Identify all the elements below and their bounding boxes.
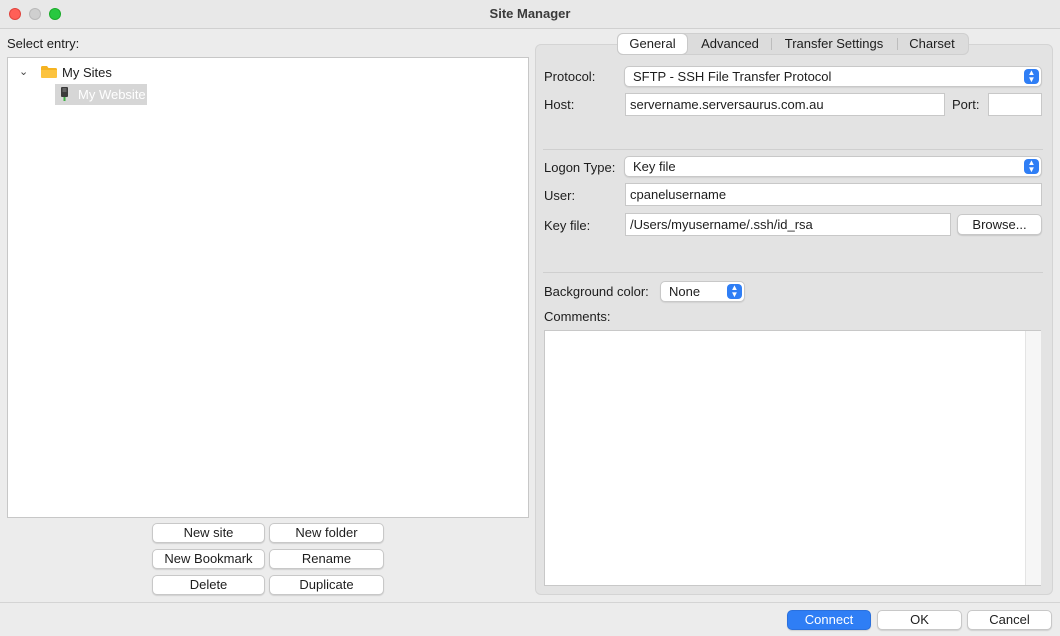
protocol-label: Protocol: — [544, 69, 596, 84]
server-icon — [61, 87, 68, 101]
tab-separator — [771, 38, 772, 50]
user-label: User: — [544, 188, 576, 203]
browse-button[interactable]: Browse... — [957, 214, 1042, 235]
port-input[interactable] — [988, 93, 1042, 116]
background-color-select[interactable]: None ▲ ▼ — [660, 281, 745, 302]
updown-arrows-icon: ▲ ▼ — [727, 284, 742, 299]
key-file-label: Key file: — [544, 218, 591, 233]
delete-button[interactable]: Delete — [152, 575, 265, 595]
tab-separator — [897, 38, 898, 50]
protocol-select[interactable]: SFTP - SSH File Transfer Protocol ▲ ▼ — [624, 66, 1042, 87]
window-title: Site Manager — [489, 6, 571, 21]
settings-tabs: General Advanced Transfer Settings Chars… — [617, 33, 969, 55]
logon-type-select[interactable]: Key file ▲ ▼ — [624, 156, 1042, 177]
new-folder-button[interactable]: New folder — [269, 523, 384, 543]
new-bookmark-button[interactable]: New Bookmark — [152, 549, 265, 569]
logon-type-select-value: Key file — [633, 159, 676, 174]
updown-arrows-icon: ▲ ▼ — [1024, 159, 1039, 174]
protocol-select-value: SFTP - SSH File Transfer Protocol — [633, 69, 832, 84]
tab-charset[interactable]: Charset — [899, 34, 965, 54]
updown-arrows-icon: ▲ ▼ — [1024, 69, 1039, 84]
background-color-select-value: None — [669, 284, 701, 299]
tree-site-my-website[interactable]: My Website — [55, 84, 147, 105]
comments-textarea[interactable] — [544, 330, 1041, 586]
title-bar: Site Manager — [0, 0, 1060, 29]
rename-button[interactable]: Rename — [269, 549, 384, 569]
tree-folder-my-sites[interactable]: My Sites — [62, 65, 112, 80]
background-color-label: Background color: — [544, 284, 649, 299]
logon-type-label: Logon Type: — [544, 160, 616, 175]
cancel-button[interactable]: Cancel — [967, 610, 1052, 630]
user-input[interactable] — [625, 183, 1042, 206]
section-divider — [543, 272, 1043, 273]
key-file-input[interactable] — [625, 213, 951, 236]
duplicate-button[interactable]: Duplicate — [269, 575, 384, 595]
footer-divider — [0, 602, 1060, 603]
port-label: Port: — [952, 97, 980, 112]
ok-button[interactable]: OK — [877, 610, 962, 630]
tab-advanced[interactable]: Advanced — [690, 34, 770, 54]
new-site-button[interactable]: New site — [152, 523, 265, 543]
folder-icon — [41, 66, 57, 78]
site-tree[interactable]: ⌄ My Sites My Website — [7, 57, 529, 518]
host-input[interactable] — [625, 93, 945, 116]
tree-site-label: My Website — [78, 87, 146, 102]
comments-scrollbar[interactable] — [1025, 331, 1041, 585]
tab-general[interactable]: General — [618, 34, 687, 54]
select-entry-label: Select entry: — [7, 36, 80, 51]
tab-transfer-settings[interactable]: Transfer Settings — [773, 34, 895, 54]
host-label: Host: — [544, 97, 575, 112]
section-divider — [543, 149, 1043, 150]
comments-label: Comments: — [544, 309, 611, 324]
chevron-down-icon[interactable]: ⌄ — [19, 65, 28, 78]
connect-button[interactable]: Connect — [787, 610, 871, 630]
